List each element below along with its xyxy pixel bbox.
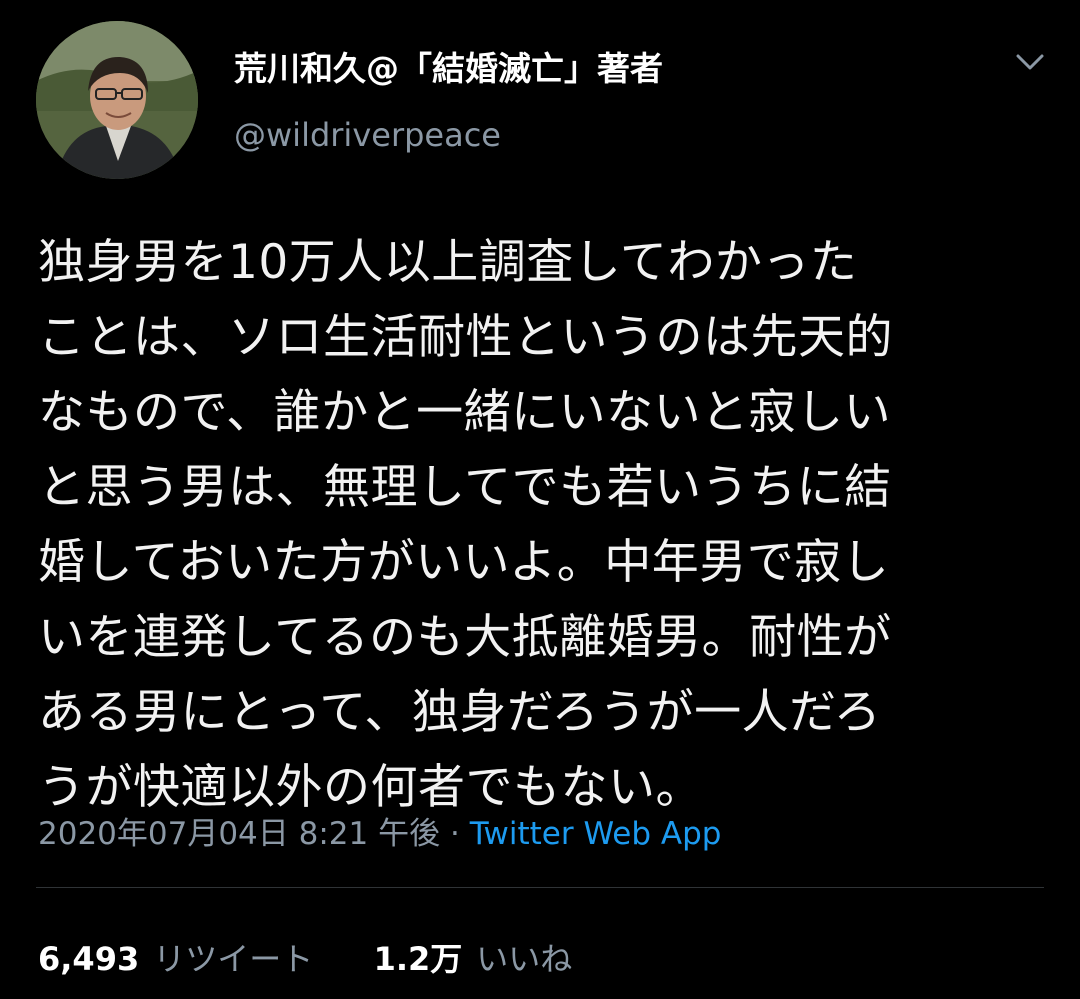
tweet-meta: 2020年07月04日 8:21 午後 · Twitter Web App <box>38 808 721 853</box>
like-label: いいね <box>476 940 573 978</box>
tweet-text-line: いを連発してるのも大抵離婚男。耐性が <box>38 610 892 665</box>
tweet-text-line: ことは、ソロ生活耐性というのは先天的 <box>38 310 893 365</box>
retweet-label: リツイート <box>153 940 314 978</box>
tweet-source-link[interactable]: Twitter Web App <box>470 816 722 852</box>
tweet-text-line: なもので、誰かと一緒にいないと寂しい <box>38 385 892 440</box>
likes-stat[interactable]: 1.2万 いいね <box>374 934 573 980</box>
tweet-text-line: 独身男を10万人以上調査してわかった <box>38 235 858 290</box>
retweets-stat[interactable]: 6,493 リツイート <box>38 934 313 980</box>
avatar[interactable] <box>36 21 198 179</box>
author-display-name[interactable]: 荒川和久@「結婚滅亡」著者 <box>234 42 663 90</box>
tweet-text-line: ある男にとって、独身だろうが一人だろ <box>38 685 882 740</box>
retweet-count: 6,493 <box>38 940 140 978</box>
chevron-down-icon[interactable] <box>1010 44 1050 80</box>
tweet-timestamp[interactable]: 2020年07月04日 8:21 午後 <box>38 816 440 852</box>
tweet-stats: 6,493 リツイート 1.2万 いいね <box>38 934 572 980</box>
divider <box>36 887 1044 888</box>
meta-separator: · <box>449 816 460 852</box>
profile-photo <box>36 21 198 179</box>
like-count: 1.2万 <box>373 940 463 978</box>
author-handle[interactable]: @wildriverpeace <box>234 116 501 154</box>
tweet-text-line: と思う男は、無理してでも若いうちに結 <box>38 460 892 515</box>
tweet-text: 独身男を10万人以上調査してわかった ことは、ソロ生活耐性というのは先天的 なも… <box>38 225 1058 825</box>
tweet-text-line: 婚しておいた方がいいよ。中年男で寂し <box>38 535 890 590</box>
